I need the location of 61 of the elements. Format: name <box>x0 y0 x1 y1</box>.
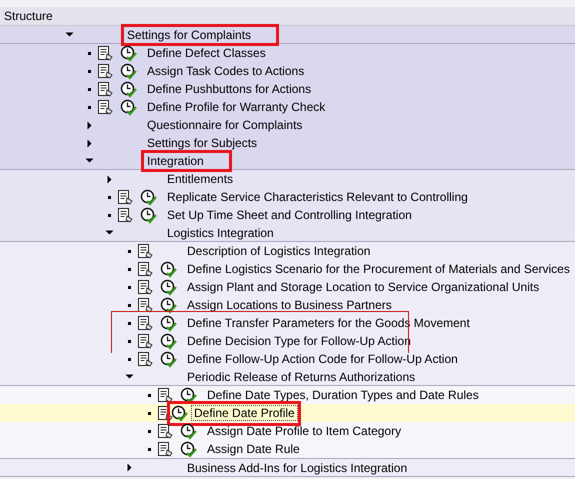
clock-check-icon[interactable] <box>160 314 177 332</box>
document-icon <box>137 315 154 331</box>
collapse-arrow-icon[interactable] <box>105 228 114 237</box>
tree-node-label[interactable]: Entitlements <box>165 172 236 186</box>
document-icon <box>97 63 114 79</box>
bullet-icon <box>108 214 111 216</box>
clock-check-icon[interactable] <box>180 386 197 404</box>
document-icon <box>117 189 134 205</box>
tree-node-label[interactable]: Settings for Subjects <box>145 136 260 150</box>
expand-arrow-icon[interactable] <box>125 463 134 472</box>
expand-arrow-icon[interactable] <box>105 174 114 184</box>
collapse-arrow-icon[interactable] <box>65 30 74 39</box>
clock-check-icon[interactable] <box>120 80 137 98</box>
document-icon <box>97 45 114 61</box>
clock-check-icon[interactable] <box>160 278 177 296</box>
clock-check-icon[interactable] <box>160 296 177 314</box>
clock-check-icon[interactable] <box>160 350 177 368</box>
bullet-icon <box>148 448 151 450</box>
column-header: Structure <box>4 8 53 25</box>
expand-arrow-icon[interactable] <box>85 138 94 148</box>
clock-check-icon[interactable] <box>160 332 177 350</box>
clock-check-icon[interactable] <box>140 206 157 224</box>
tree-node-label[interactable]: Logistics Integration <box>165 226 276 240</box>
bullet-icon <box>148 412 151 414</box>
tree-node-label[interactable]: Define Date Profile <box>192 406 297 420</box>
bullet-icon <box>88 52 91 54</box>
bullet-icon <box>128 304 131 306</box>
bullet-icon <box>128 322 131 324</box>
tree-node-label[interactable]: Define Defect Classes <box>145 46 268 60</box>
clock-check-icon[interactable] <box>160 260 177 278</box>
bullet-icon <box>88 106 91 108</box>
document-icon <box>97 99 114 115</box>
clock-check-icon[interactable] <box>120 44 137 62</box>
clock-check-icon[interactable] <box>180 440 197 458</box>
expand-arrow-icon[interactable] <box>85 120 94 130</box>
bullet-icon <box>88 88 91 90</box>
bullet-icon <box>128 268 131 270</box>
document-icon <box>137 333 154 349</box>
bullet-icon <box>108 196 111 198</box>
clock-check-icon[interactable] <box>180 422 197 440</box>
document-icon <box>137 261 154 277</box>
collapse-arrow-icon[interactable] <box>125 372 134 381</box>
document-icon <box>137 243 154 259</box>
bullet-icon <box>128 250 131 252</box>
clock-check-icon[interactable] <box>171 404 188 422</box>
bullet-icon <box>148 394 151 396</box>
bullet-icon <box>128 340 131 342</box>
document-icon <box>97 81 114 97</box>
bullet-icon <box>148 430 151 432</box>
tree-node-label[interactable]: Assign Date Rule <box>205 442 302 456</box>
bullet-icon <box>88 70 91 72</box>
clock-check-icon[interactable] <box>120 98 137 116</box>
bullet-icon <box>128 286 131 288</box>
bullet-icon <box>128 358 131 360</box>
document-icon <box>117 207 134 223</box>
document-icon <box>137 279 154 295</box>
document-icon <box>137 297 154 313</box>
clock-check-icon[interactable] <box>120 62 137 80</box>
document-icon <box>137 351 154 367</box>
collapse-arrow-icon[interactable] <box>85 156 94 165</box>
clock-check-icon[interactable] <box>140 188 157 206</box>
